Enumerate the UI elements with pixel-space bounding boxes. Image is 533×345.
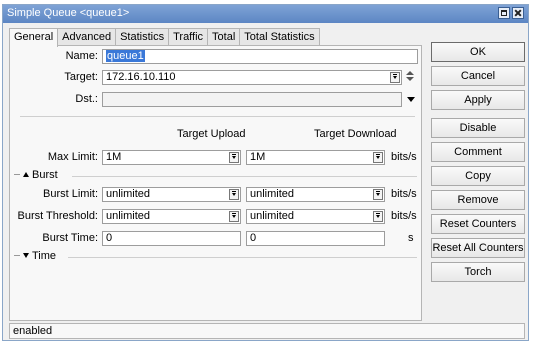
dst-dropdown-icon[interactable] bbox=[407, 97, 415, 102]
tab-total[interactable]: Total bbox=[207, 28, 241, 46]
target-dropdown-icon[interactable] bbox=[390, 72, 400, 83]
max-limit-download-dropdown-icon[interactable] bbox=[373, 152, 383, 163]
window-title: Simple Queue <queue1> bbox=[7, 7, 130, 19]
status-bar: enabled bbox=[9, 323, 525, 339]
burst-section-label: Burst bbox=[32, 169, 58, 181]
title-bar[interactable]: Simple Queue <queue1> bbox=[3, 5, 528, 23]
burst-section-line bbox=[72, 176, 417, 177]
max-limit-upload-field[interactable]: 1M bbox=[102, 150, 241, 165]
maximize-icon[interactable] bbox=[498, 7, 510, 19]
name-label: Name: bbox=[65, 50, 98, 62]
burst-limit-download-field[interactable]: unlimited bbox=[246, 187, 385, 202]
name-field[interactable]: queue1 bbox=[102, 49, 418, 64]
burst-time-download-value: 0 bbox=[250, 232, 257, 244]
burst-threshold-unit: bits/s bbox=[391, 210, 417, 222]
burst-limit-unit: bits/s bbox=[391, 188, 417, 200]
burst-limit-download-value: unlimited bbox=[250, 188, 295, 200]
target-label: Target: bbox=[64, 71, 98, 83]
download-column-header: Target Download bbox=[314, 128, 397, 140]
max-limit-download-value: 1M bbox=[250, 151, 266, 163]
burst-time-upload-field[interactable]: 0 bbox=[102, 231, 241, 246]
burst-threshold-upload-dropdown-icon[interactable] bbox=[229, 211, 239, 222]
max-limit-upload-dropdown-icon[interactable] bbox=[229, 152, 239, 163]
simple-queue-window: Simple Queue <queue1> General Advanced S… bbox=[2, 4, 529, 341]
tab-total-statistics[interactable]: Total Statistics bbox=[239, 28, 320, 46]
time-section-label: Time bbox=[32, 250, 57, 262]
tab-bar: General Advanced Statistics Traffic Tota… bbox=[9, 28, 320, 47]
burst-threshold-upload-value: unlimited bbox=[106, 210, 151, 222]
separator bbox=[20, 116, 415, 117]
copy-button[interactable]: Copy bbox=[431, 166, 525, 186]
burst-threshold-download-field[interactable]: unlimited bbox=[246, 209, 385, 224]
burst-limit-upload-dropdown-icon[interactable] bbox=[229, 189, 239, 200]
tab-statistics[interactable]: Statistics bbox=[115, 28, 170, 46]
cancel-button[interactable]: Cancel bbox=[431, 66, 525, 86]
burst-threshold-download-dropdown-icon[interactable] bbox=[373, 211, 383, 222]
burst-limit-upload-value: unlimited bbox=[106, 188, 151, 200]
burst-limit-label: Burst Limit: bbox=[42, 188, 98, 200]
comment-button[interactable]: Comment bbox=[431, 142, 525, 162]
time-section-toggle[interactable]: Time bbox=[14, 250, 56, 262]
close-icon[interactable] bbox=[512, 7, 524, 19]
ok-button[interactable]: OK bbox=[431, 42, 525, 62]
name-value: queue1 bbox=[106, 50, 145, 62]
dst-label: Dst.: bbox=[75, 93, 98, 105]
expand-down-icon bbox=[23, 253, 29, 258]
remove-button[interactable]: Remove bbox=[431, 190, 525, 210]
target-value: 172.16.10.110 bbox=[106, 71, 176, 83]
dst-field[interactable] bbox=[102, 92, 402, 107]
burst-threshold-download-value: unlimited bbox=[250, 210, 295, 222]
target-field[interactable]: 172.16.10.110 bbox=[102, 70, 402, 85]
burst-limit-download-dropdown-icon[interactable] bbox=[373, 189, 383, 200]
general-panel: Name: queue1 Target: 172.16.10.110 Dst.:… bbox=[9, 45, 422, 321]
reset-all-counters-button[interactable]: Reset All Counters bbox=[431, 238, 525, 258]
burst-limit-upload-field[interactable]: unlimited bbox=[102, 187, 241, 202]
target-updown-icon[interactable] bbox=[406, 71, 414, 83]
burst-time-unit: s bbox=[408, 232, 414, 244]
torch-button[interactable]: Torch bbox=[431, 262, 525, 282]
apply-button[interactable]: Apply bbox=[431, 90, 525, 110]
max-limit-upload-value: 1M bbox=[106, 151, 122, 163]
burst-threshold-label: Burst Threshold: bbox=[17, 210, 98, 222]
time-section-line bbox=[68, 257, 417, 258]
max-limit-unit: bits/s bbox=[391, 151, 417, 163]
burst-time-download-field[interactable]: 0 bbox=[246, 231, 385, 246]
tab-general[interactable]: General bbox=[9, 28, 59, 47]
burst-time-label: Burst Time: bbox=[42, 232, 98, 244]
upload-column-header: Target Upload bbox=[177, 128, 246, 140]
dash-icon bbox=[14, 255, 20, 256]
max-limit-download-field[interactable]: 1M bbox=[246, 150, 385, 165]
dash-icon bbox=[14, 174, 20, 175]
tab-advanced[interactable]: Advanced bbox=[57, 28, 117, 46]
tab-traffic[interactable]: Traffic bbox=[168, 28, 209, 46]
collapse-up-icon bbox=[23, 172, 29, 177]
burst-time-upload-value: 0 bbox=[106, 232, 113, 244]
max-limit-label: Max Limit: bbox=[47, 151, 98, 163]
burst-section-toggle[interactable]: Burst bbox=[14, 169, 58, 181]
burst-threshold-upload-field[interactable]: unlimited bbox=[102, 209, 241, 224]
disable-button[interactable]: Disable bbox=[431, 118, 525, 138]
reset-counters-button[interactable]: Reset Counters bbox=[431, 214, 525, 234]
